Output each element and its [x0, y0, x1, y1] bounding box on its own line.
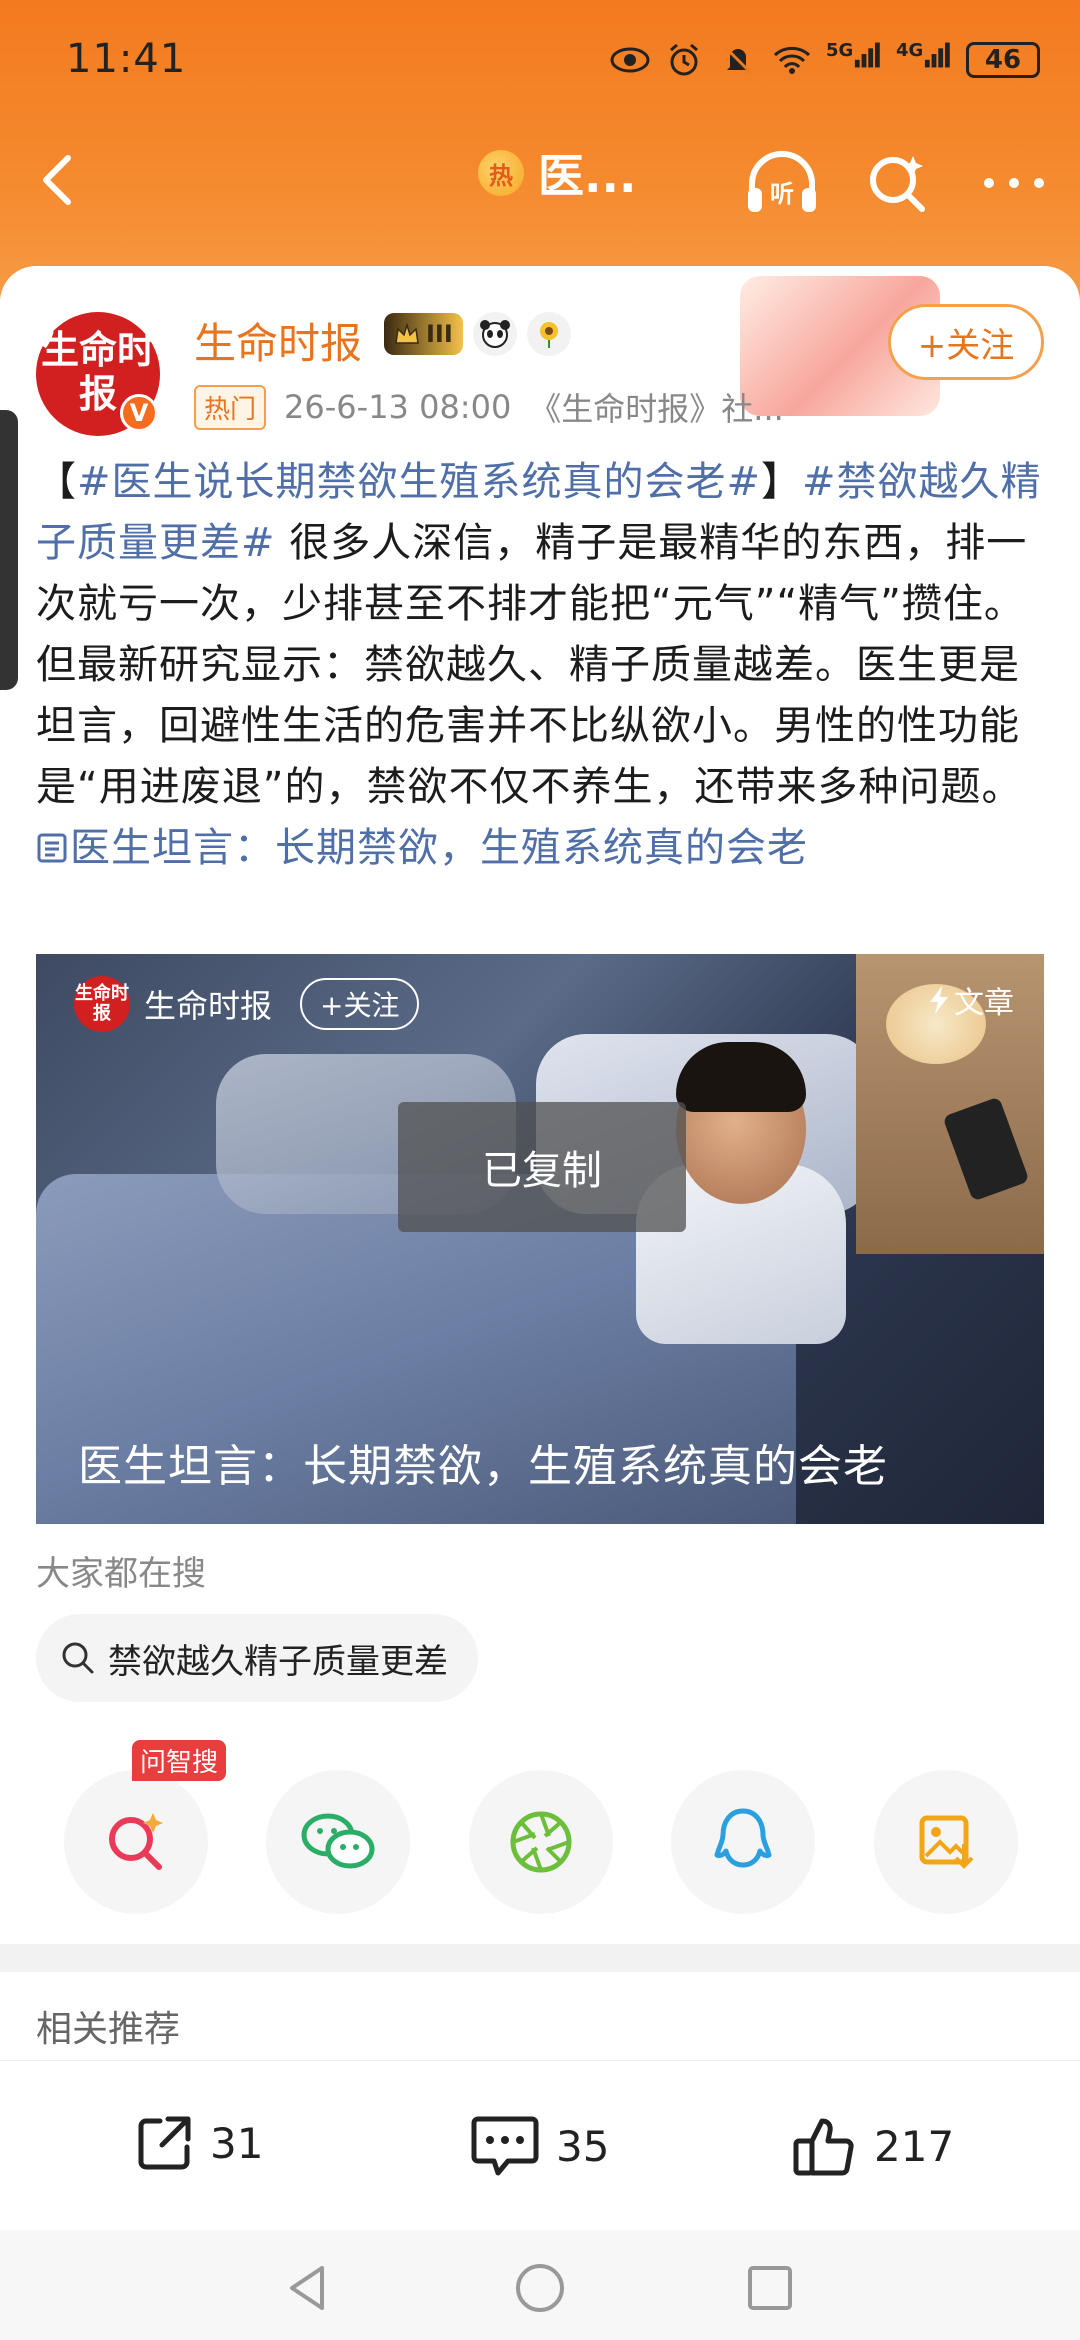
- comment-button[interactable]: 35: [470, 2113, 609, 2179]
- share-save-image-button[interactable]: [874, 1770, 1018, 1914]
- more-options-icon[interactable]: [974, 148, 1054, 218]
- verified-badge-icon: V: [120, 394, 158, 432]
- signal-5g-icon: 5G: [826, 40, 882, 80]
- share-qq-button[interactable]: [671, 1770, 815, 1914]
- status-time: 11:41: [66, 36, 187, 82]
- vip-crown-badge[interactable]: III: [384, 313, 463, 355]
- vip-level: III: [426, 320, 453, 348]
- repost-count: 31: [210, 2118, 264, 2168]
- post-card: 生命时报 V 生命时报 III 热门 26-6-13 08:00 《生命时报》社…: [0, 266, 1080, 1946]
- system-navigation-bar: [0, 2230, 1080, 2340]
- panda-badge-icon[interactable]: [472, 312, 517, 356]
- hot-badge-icon: 热: [478, 150, 524, 196]
- video-header: 生命时报 生命时报 +关注: [74, 976, 420, 1032]
- follow-button[interactable]: +关注: [888, 304, 1044, 380]
- wifi-icon: [772, 40, 812, 80]
- video-article-label: 文章: [954, 986, 1014, 1021]
- article-icon: [37, 833, 67, 863]
- share-row: 问智搜: [64, 1740, 1020, 1914]
- share-wechat-button[interactable]: [266, 1770, 410, 1914]
- eye-icon: [610, 40, 650, 80]
- battery-indicator: 46: [966, 42, 1040, 78]
- system-back-icon[interactable]: [280, 2260, 336, 2316]
- author-name[interactable]: 生命时报: [194, 310, 362, 371]
- like-button[interactable]: 217: [792, 2113, 954, 2179]
- video-caption: 医生坦言：长期禁欲，生殖系统真的会老: [78, 1441, 888, 1492]
- system-recents-icon[interactable]: [742, 2260, 798, 2316]
- video-author-name[interactable]: 生命时报: [144, 981, 272, 1027]
- hot-search-label: 大家都在搜: [36, 1554, 206, 1594]
- nav-actions: 听: [742, 148, 1054, 218]
- video-article-tag[interactable]: 文章: [928, 978, 1014, 1022]
- sunflower-badge-icon[interactable]: [526, 312, 571, 356]
- video-follow-button[interactable]: +关注: [300, 978, 420, 1030]
- related-recommendations-label: 相关推荐: [36, 2009, 181, 2050]
- post-timestamp: 26-6-13 08:00: [284, 388, 512, 426]
- hot-search-chip[interactable]: 禁欲越久精子质量更差: [36, 1614, 478, 1702]
- author-badges: III: [384, 312, 571, 356]
- network-5g-label: 5G: [826, 40, 854, 61]
- ask-search-badge: 问智搜: [132, 1740, 227, 1781]
- hashtag-link[interactable]: #医生说长期禁欲生殖系统真的会老#: [77, 459, 761, 505]
- hot-tag: 热门: [194, 384, 267, 430]
- article-link[interactable]: 医生坦言：长期禁欲，生殖系统真的会老: [36, 825, 808, 871]
- post-body: 【#医生说长期禁欲生殖系统真的会老#】#禁欲越久精子质量更差# 很多人深信，精子…: [36, 452, 1048, 879]
- system-home-icon[interactable]: [512, 2260, 568, 2316]
- bracket-close: 】: [761, 459, 803, 505]
- repost-icon: [138, 2116, 191, 2170]
- alarm-icon: [664, 40, 704, 80]
- bracket-open: 【: [36, 459, 77, 505]
- signal-4g-icon: 4G: [896, 40, 952, 80]
- video-author-avatar[interactable]: 生命时报: [74, 976, 130, 1032]
- copied-toast: 已复制: [398, 1102, 686, 1232]
- section-separator: [0, 1944, 1080, 1972]
- network-4g-label: 4G: [896, 40, 924, 61]
- comment-icon: [471, 2116, 539, 2176]
- search-icon: [62, 1642, 94, 1674]
- save-image-icon: [919, 1815, 974, 1869]
- status-bar: 11:41 5G 4G 46: [0, 30, 1080, 90]
- status-icons: 5G 4G 46: [610, 40, 1040, 80]
- back-arrow-icon[interactable]: [30, 150, 90, 210]
- like-count: 217: [874, 2121, 955, 2171]
- smart-search-colored-icon: [109, 1813, 163, 1870]
- edge-panel-handle[interactable]: [0, 410, 18, 690]
- lightning-icon: [930, 986, 948, 1014]
- listen-headphones-icon[interactable]: 听: [742, 148, 822, 218]
- nav-bar: 热 医... 听: [0, 120, 1080, 230]
- repost-button[interactable]: 31: [134, 2113, 263, 2173]
- moments-aperture-icon: [510, 1811, 572, 1873]
- nav-title: 热 医...: [478, 140, 636, 206]
- post-meta: 热门 26-6-13 08:00 《生命时报》社...: [194, 384, 784, 430]
- nav-title-text: 医...: [538, 149, 637, 203]
- share-moments-button[interactable]: [469, 1770, 613, 1914]
- bottom-action-bar: 31 35 217: [0, 2060, 1080, 2230]
- svg-text:听: 听: [770, 180, 794, 208]
- comment-count: 35: [556, 2121, 610, 2171]
- post-source: 《生命时报》社...: [529, 390, 784, 428]
- wechat-icon: [301, 1813, 375, 1869]
- thumbs-up-icon: [793, 2118, 854, 2176]
- video-player[interactable]: 生命时报 生命时报 +关注 文章 已复制 医生坦言：长期禁欲，生殖系统真的会老: [36, 954, 1044, 1524]
- share-ask-search-button[interactable]: 问智搜: [64, 1740, 227, 1914]
- qq-penguin-icon: [714, 1808, 772, 1868]
- hot-search-chip-text: 禁欲越久精子质量更差: [108, 1641, 448, 1682]
- mute-icon: [718, 40, 758, 80]
- smart-search-icon[interactable]: [858, 148, 938, 218]
- article-link-text: 医生坦言：长期禁欲，生殖系统真的会老: [70, 825, 808, 871]
